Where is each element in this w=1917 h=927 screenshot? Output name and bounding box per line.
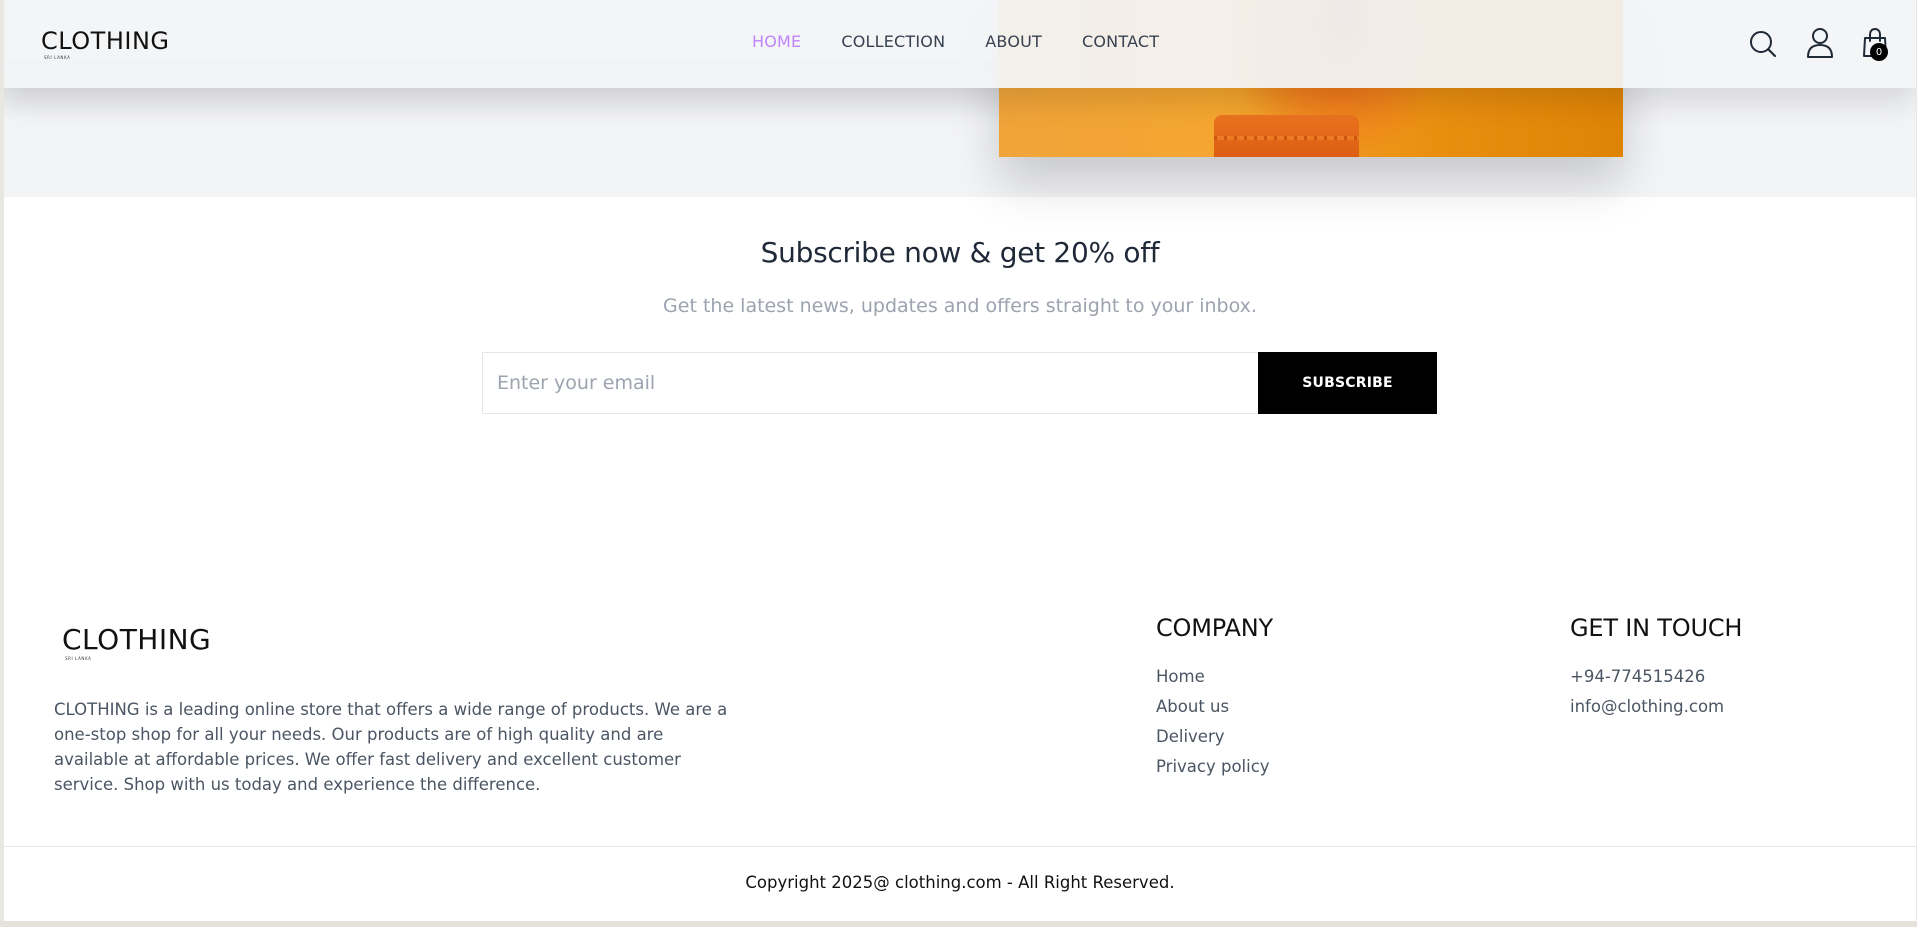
dress-ruffle: [1214, 136, 1359, 140]
logo-tagline: SRI LANKA: [44, 55, 71, 60]
user-icon[interactable]: [1805, 27, 1835, 59]
footer-logo-text: CLOTHING: [62, 623, 212, 656]
footer-divider: [4, 846, 1916, 847]
company-heading: COMPANY: [1156, 614, 1273, 642]
subscribe-title: Subscribe now & get 20% off: [760, 236, 1160, 269]
footer-logo[interactable]: CLOTHING SRI LANKA: [62, 623, 212, 662]
window-bottom-edge: [0, 921, 1917, 927]
nav-home[interactable]: HOME: [752, 32, 801, 51]
main-nav: HOME COLLECTION ABOUT CONTACT: [752, 30, 1159, 52]
footer-link-home[interactable]: Home: [1156, 662, 1273, 692]
subscribe-form: SUBSCRIBE: [482, 352, 1437, 414]
logo-text: CLOTHING: [41, 27, 170, 55]
site-header: CLOTHING SRI LANKA HOME COLLECTION ABOUT…: [4, 0, 1916, 88]
subscribe-subtitle: Get the latest news, updates and offers …: [663, 295, 1257, 317]
footer-link-privacy[interactable]: Privacy policy: [1156, 752, 1273, 782]
footer-contact: GET IN TOUCH +94-774515426 info@clothing…: [1570, 614, 1742, 722]
copyright-text: Copyright 2025@ clothing.com - All Right…: [745, 873, 1175, 892]
contact-phone: +94-774515426: [1570, 667, 1706, 686]
footer-description: CLOTHING is a leading online store that …: [54, 700, 728, 794]
page: CLOTHING SRI LANKA HOME COLLECTION ABOUT…: [4, 0, 1916, 921]
nav-contact[interactable]: CONTACT: [1082, 32, 1159, 51]
company-links: Home About us Delivery Privacy policy: [1156, 662, 1273, 782]
footer-link-delivery[interactable]: Delivery: [1156, 722, 1273, 752]
footer-logo-tagline: SRI LANKA: [65, 656, 92, 661]
contact-list: +94-774515426 info@clothing.com: [1570, 662, 1742, 722]
subscribe-button[interactable]: SUBSCRIBE: [1258, 352, 1437, 414]
cart-count-badge: 0: [1870, 43, 1888, 61]
nav-about[interactable]: ABOUT: [985, 32, 1042, 51]
search-icon[interactable]: [1748, 27, 1778, 59]
contact-email: info@clothing.com: [1570, 697, 1725, 716]
email-input[interactable]: [482, 352, 1258, 414]
header-logo[interactable]: CLOTHING SRI LANKA: [41, 27, 170, 60]
footer-company: COMPANY Home About us Delivery Privacy p…: [1156, 614, 1273, 782]
contact-heading: GET IN TOUCH: [1570, 614, 1743, 642]
nav-collection[interactable]: COLLECTION: [841, 32, 945, 51]
footer-link-about[interactable]: About us: [1156, 692, 1273, 722]
